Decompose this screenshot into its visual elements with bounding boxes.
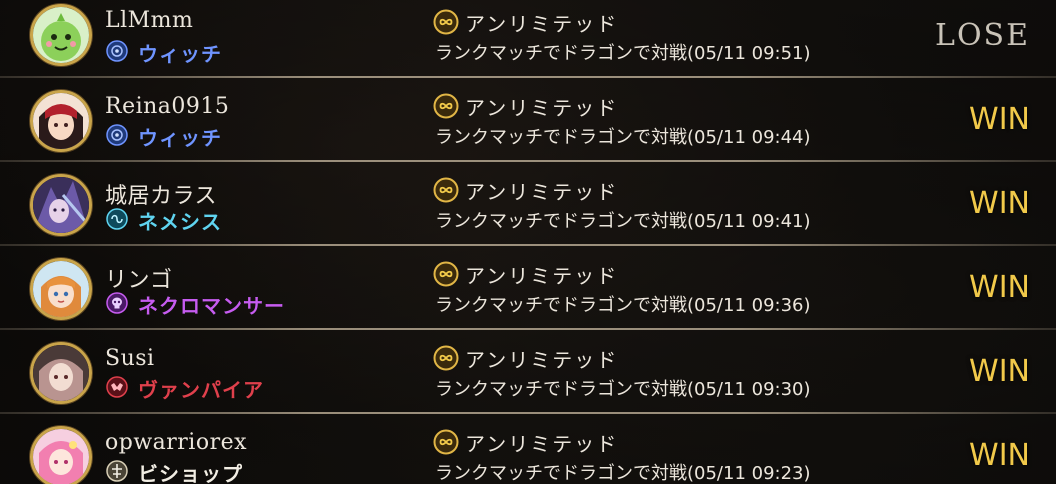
opponent-avatar	[30, 258, 92, 320]
opponent-avatar	[30, 90, 92, 152]
battle-history-row[interactable]: Reina0915 ウィッチ アンリミテッド ランクマッチでドラゴンで対戦(05…	[0, 78, 1056, 162]
match-description: ランクマッチでドラゴンで対戦(05/11 09:23)	[435, 463, 811, 484]
unlimited-format-icon	[433, 177, 459, 203]
format-label: アンリミテッド	[465, 348, 619, 372]
opponent-class: ヴァンパイア	[138, 378, 264, 402]
match-result: WIN	[969, 354, 1030, 389]
battle-history-screen: LlMmm ウィッチ アンリミテッド ランクマッチでドラゴンで対戦(05/11 …	[0, 0, 1056, 484]
opponent-avatar	[30, 426, 92, 484]
unlimited-format-icon	[433, 261, 459, 287]
format-label: アンリミテッド	[465, 264, 619, 288]
unlimited-format-icon	[433, 345, 459, 371]
format-label: アンリミテッド	[465, 180, 619, 204]
match-description: ランクマッチでドラゴンで対戦(05/11 09:44)	[435, 127, 811, 148]
match-description: ランクマッチでドラゴンで対戦(05/11 09:41)	[435, 211, 811, 232]
format-label: アンリミテッド	[465, 12, 619, 36]
opponent-name: Reina0915	[105, 94, 230, 119]
opponent-class: ネクロマンサー	[138, 294, 285, 318]
match-result: WIN	[969, 438, 1030, 473]
bishop-class-icon	[106, 460, 128, 482]
battle-history-list: LlMmm ウィッチ アンリミテッド ランクマッチでドラゴンで対戦(05/11 …	[0, 0, 1056, 484]
vampire-class-icon	[106, 376, 128, 398]
battle-history-row[interactable]: opwarriorex ビショップ アンリミテッド ランクマッチでドラゴンで対戦…	[0, 414, 1056, 484]
format-label: アンリミテッド	[465, 96, 619, 120]
match-result: WIN	[969, 270, 1030, 305]
battle-history-row[interactable]: 城居カラス ネメシス アンリミテッド ランクマッチでドラゴンで対戦(05/11 …	[0, 162, 1056, 246]
opponent-avatar	[30, 174, 92, 236]
battle-history-row[interactable]: リンゴ ネクロマンサー アンリミテッド ランクマッチでドラゴンで対戦(05/11…	[0, 246, 1056, 330]
witch-class-icon	[106, 40, 128, 62]
battle-history-row[interactable]: LlMmm ウィッチ アンリミテッド ランクマッチでドラゴンで対戦(05/11 …	[0, 0, 1056, 78]
unlimited-format-icon	[433, 429, 459, 455]
nemesis-class-icon	[106, 208, 128, 230]
opponent-avatar	[30, 4, 92, 66]
opponent-name: Susi	[105, 346, 155, 371]
unlimited-format-icon	[433, 93, 459, 119]
unlimited-format-icon	[433, 9, 459, 35]
opponent-name: LlMmm	[105, 8, 194, 33]
opponent-name: opwarriorex	[105, 430, 248, 455]
witch-class-icon	[106, 124, 128, 146]
opponent-avatar	[30, 342, 92, 404]
necromancer-class-icon	[106, 292, 128, 314]
match-description: ランクマッチでドラゴンで対戦(05/11 09:51)	[435, 43, 811, 64]
opponent-class: ネメシス	[138, 210, 222, 234]
match-result: WIN	[969, 102, 1030, 137]
opponent-class: ウィッチ	[138, 126, 222, 150]
opponent-class: ウィッチ	[138, 42, 222, 66]
format-label: アンリミテッド	[465, 432, 619, 456]
match-result: LOSE	[935, 18, 1030, 53]
opponent-class: ビショップ	[138, 462, 243, 484]
battle-history-row[interactable]: Susi ヴァンパイア アンリミテッド ランクマッチでドラゴンで対戦(05/11…	[0, 330, 1056, 414]
match-description: ランクマッチでドラゴンで対戦(05/11 09:30)	[435, 379, 811, 400]
match-description: ランクマッチでドラゴンで対戦(05/11 09:36)	[435, 295, 811, 316]
match-result: WIN	[969, 186, 1030, 221]
